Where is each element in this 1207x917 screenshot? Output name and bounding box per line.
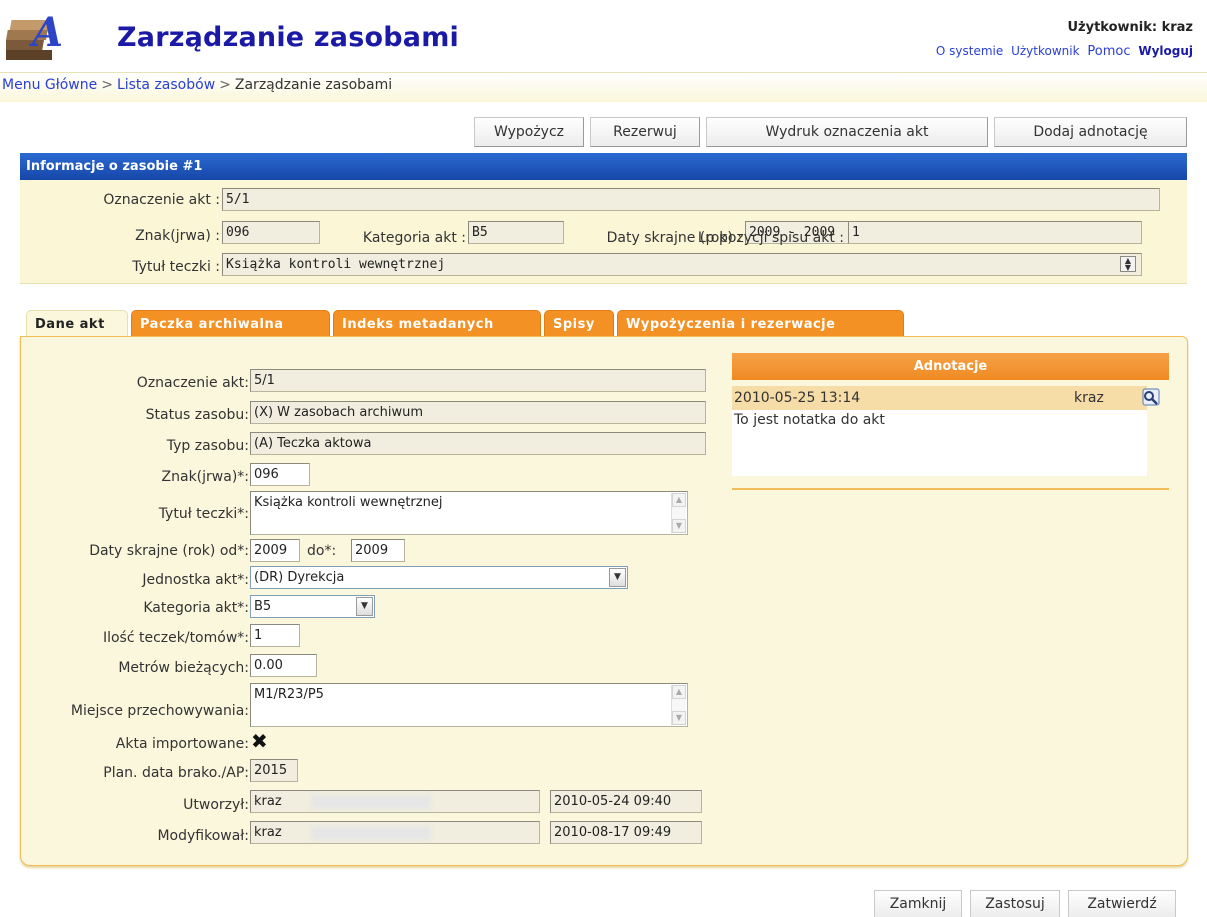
typ-label: Typ zasobu: bbox=[166, 438, 249, 454]
info-oznaczenie-label: Oznaczenie akt : bbox=[103, 192, 220, 208]
importowane-label: Akta importowane: bbox=[115, 736, 249, 752]
zastosuj-button[interactable]: Zastosuj bbox=[970, 890, 1060, 917]
top-links: O systemie Użytkownik Pomoc Wyloguj bbox=[932, 44, 1193, 59]
utworzyl-label: Utworzył: bbox=[183, 797, 249, 813]
tab-indeks-metadanych[interactable]: Indeks metadanych bbox=[333, 310, 541, 337]
redacted-name bbox=[311, 795, 431, 809]
breadcrumb-lista-zasobow[interactable]: Lista zasobów bbox=[117, 77, 215, 93]
textarea-scrollbar[interactable]: ▲ ▼ bbox=[671, 493, 686, 533]
rezerwuj-button[interactable]: Rezerwuj bbox=[590, 117, 700, 147]
modyfikowal-user: kraz bbox=[254, 825, 282, 840]
jednostka-select[interactable]: (DR) Dyrekcja ▼ bbox=[250, 566, 628, 589]
status-label: Status zasobu: bbox=[145, 407, 249, 423]
annotation-date: 2010-05-25 13:14 bbox=[734, 390, 861, 406]
info-lp-label: Lp pozycji spisu akt : bbox=[697, 230, 844, 246]
annotations-divider bbox=[732, 488, 1169, 490]
breadcrumb: Menu Główne > Lista zasobów > Zarządzanie za… bbox=[2, 77, 392, 93]
info-tytul-label: Tytuł teczki : bbox=[132, 259, 220, 275]
info-lp-value: 1 bbox=[848, 221, 1142, 244]
link-wyloguj[interactable]: Wyloguj bbox=[1138, 44, 1193, 58]
annotation-row: 2010-05-25 13:14 kraz bbox=[732, 386, 1147, 410]
miejsce-textarea[interactable]: M1/R23/P5 ▲ ▼ bbox=[250, 683, 688, 727]
info-kategoria-label: Kategoria akt : bbox=[362, 230, 466, 246]
daty-do-input[interactable]: 2009 bbox=[351, 539, 405, 562]
info-znak-value: 096 bbox=[222, 221, 320, 244]
modyfikowal-field: kraz bbox=[250, 821, 540, 844]
modyfikowal-date: 2010-08-17 09:49 bbox=[550, 821, 702, 844]
annotation-user: kraz bbox=[1074, 390, 1104, 406]
info-tytul-value: Książka kontroli wewnętrznej bbox=[222, 253, 1142, 276]
link-pomoc[interactable]: Pomoc bbox=[1087, 44, 1130, 59]
tab-wypozyczenia-rezerwacje[interactable]: Wypożyczenia i rezerwacje bbox=[617, 310, 904, 337]
app-logo: A bbox=[6, 9, 63, 60]
tab-spisy[interactable]: Spisy bbox=[544, 310, 614, 337]
kategoria-select[interactable]: B5 ▼ bbox=[250, 595, 375, 618]
svg-text:A: A bbox=[28, 9, 63, 56]
znak-input[interactable]: 096 bbox=[250, 463, 310, 486]
textarea-scrollbar[interactable]: ▲ ▼ bbox=[671, 685, 686, 725]
edit-note-icon[interactable] bbox=[1142, 388, 1160, 406]
daty-od-label: Daty skrajne (rok) od*: bbox=[89, 543, 249, 559]
metrow-input[interactable]: 0.00 bbox=[250, 654, 317, 677]
jednostka-selected: (DR) Dyrekcja bbox=[254, 570, 345, 585]
miejsce-label: Miejsce przechowywania: bbox=[70, 703, 249, 719]
breadcrumb-current: Zarządzanie zasobami bbox=[234, 77, 393, 93]
current-user: Użytkownik: kraz bbox=[1067, 20, 1193, 35]
info-kategoria-value: B5 bbox=[468, 221, 564, 244]
info-znak-label: Znak(jrwa) : bbox=[135, 228, 220, 244]
link-uzytkownik[interactable]: Użytkownik bbox=[1011, 44, 1079, 58]
miejsce-text: M1/R23/P5 bbox=[254, 687, 324, 702]
znak-label: Znak(jrwa)*: bbox=[161, 469, 249, 485]
chevron-down-icon[interactable]: ▼ bbox=[356, 597, 373, 616]
breadcrumb-menu-glowne[interactable]: Menu Główne bbox=[2, 77, 97, 93]
metrow-label: Metrów bieżących: bbox=[118, 660, 249, 676]
ilosc-input[interactable]: 1 bbox=[250, 624, 300, 647]
link-o-systemie[interactable]: O systemie bbox=[936, 44, 1003, 58]
info-oznaczenie-value: 5/1 bbox=[222, 188, 1160, 211]
daty-do-label: do*: bbox=[307, 543, 337, 559]
scroll-down-icon[interactable]: ▼ bbox=[672, 711, 686, 725]
annotation-text: To jest notatka do akt bbox=[732, 410, 1147, 476]
plan-field: 2015 bbox=[250, 759, 298, 782]
tab-paczka-archiwalna[interactable]: Paczka archiwalna bbox=[131, 310, 330, 337]
redacted-name bbox=[311, 826, 431, 840]
typ-field: (A) Teczka aktowa bbox=[250, 432, 706, 455]
plan-label: Plan. data brako./AP: bbox=[103, 765, 249, 781]
dodaj-adnotacje-button[interactable]: Dodaj adnotację bbox=[994, 117, 1187, 147]
stepper-icon[interactable]: ▲ ▼ bbox=[1120, 256, 1136, 272]
kategoria-label: Kategoria akt*: bbox=[143, 600, 249, 616]
modyfikowal-label: Modyfikował: bbox=[157, 828, 249, 844]
wypozycz-button[interactable]: Wypożycz bbox=[474, 117, 584, 147]
wydruk-oznaczenia-button[interactable]: Wydruk oznaczenia akt bbox=[706, 117, 988, 147]
tab-dane-akt[interactable]: Dane akt bbox=[26, 310, 128, 339]
info-panel-heading: Informacje o zasobie #1 bbox=[20, 153, 1187, 180]
status-field: (X) W zasobach archiwum bbox=[250, 401, 706, 424]
zamknij-button[interactable]: Zamknij bbox=[874, 890, 962, 917]
kategoria-selected: B5 bbox=[254, 599, 272, 614]
scroll-down-icon[interactable]: ▼ bbox=[672, 519, 686, 533]
tytul-label: Tytuł teczki*: bbox=[158, 506, 249, 522]
scroll-up-icon[interactable]: ▲ bbox=[672, 685, 686, 699]
utworzyl-field: kraz bbox=[250, 790, 540, 813]
oznaczenie-label: Oznaczenie akt: bbox=[136, 375, 249, 391]
utworzyl-user: kraz bbox=[254, 794, 282, 809]
utworzyl-date: 2010-05-24 09:40 bbox=[550, 790, 702, 813]
annotations-heading: Adnotacje bbox=[732, 353, 1169, 380]
app-title: Zarządzanie zasobami bbox=[117, 22, 459, 53]
scroll-up-icon[interactable]: ▲ bbox=[672, 493, 686, 507]
oznaczenie-field: 5/1 bbox=[250, 369, 706, 392]
cross-icon: ✖ bbox=[251, 729, 268, 753]
breadcrumb-separator: > bbox=[219, 77, 231, 93]
zatwierdz-button[interactable]: Zatwierdź bbox=[1068, 890, 1176, 917]
tytul-textarea[interactable]: Książka kontroli wewnętrznej ▲ ▼ bbox=[250, 491, 688, 535]
tytul-text: Książka kontroli wewnętrznej bbox=[254, 495, 443, 510]
chevron-down-icon[interactable]: ▼ bbox=[609, 568, 626, 587]
daty-od-input[interactable]: 2009 bbox=[250, 539, 300, 562]
breadcrumb-separator: > bbox=[101, 77, 113, 93]
jednostka-label: Jednostka akt*: bbox=[142, 572, 249, 588]
ilosc-label: Ilość teczek/tomów*: bbox=[102, 630, 249, 646]
